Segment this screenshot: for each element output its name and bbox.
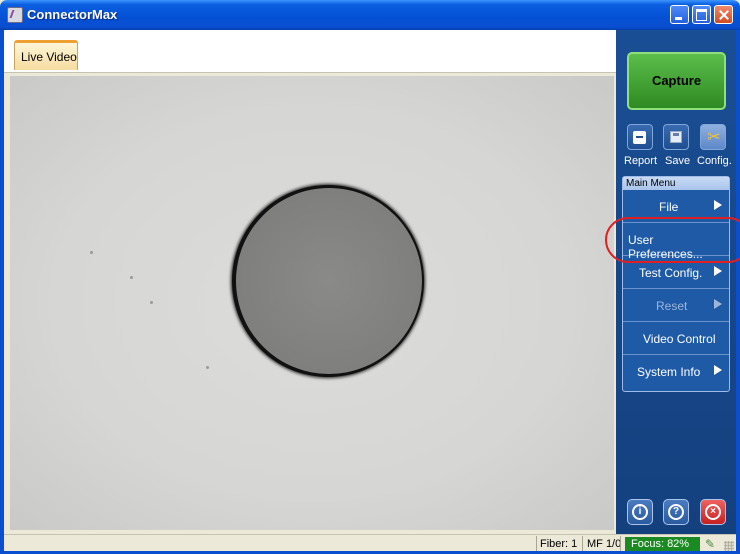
save-button[interactable] xyxy=(663,124,689,150)
tab-live-video[interactable]: Live Video xyxy=(14,40,78,70)
menu-item-label: Reset xyxy=(656,299,688,313)
menu-header: Main Menu xyxy=(623,177,729,190)
video-speck xyxy=(90,251,93,254)
live-video-view[interactable] xyxy=(10,76,614,530)
menu-item-label: System Info xyxy=(637,365,701,379)
tab-strip: Live Video xyxy=(4,30,616,73)
focus-status: Focus: 82% xyxy=(625,537,700,551)
exit-button[interactable]: × xyxy=(700,499,726,525)
info-icon: i xyxy=(632,504,648,520)
help-icon: ? xyxy=(668,504,684,520)
menu-item-system-info[interactable]: System Info xyxy=(623,355,729,388)
submenu-arrow-icon xyxy=(714,266,722,276)
status-separator xyxy=(620,536,621,551)
video-speck xyxy=(130,276,133,279)
report-button[interactable] xyxy=(627,124,653,150)
fiber-end-face xyxy=(236,188,422,374)
help-button[interactable]: ? xyxy=(663,499,689,525)
mode-status: MF 1/0 xyxy=(587,538,622,550)
video-speck xyxy=(206,366,209,369)
config-label: Config. xyxy=(697,155,732,167)
menu-item-label: Test Config. xyxy=(639,266,703,280)
maximize-button[interactable] xyxy=(692,5,711,24)
menu-item-video-control[interactable]: Video Control xyxy=(623,322,729,355)
status-separator xyxy=(536,536,537,551)
exit-icon: × xyxy=(705,504,721,520)
window-title: ConnectorMax xyxy=(27,7,118,22)
menu-item-reset[interactable]: Reset xyxy=(623,289,729,322)
menu-item-label: Video Control xyxy=(643,332,716,346)
capture-button[interactable]: Capture xyxy=(627,52,726,110)
title-bar: ConnectorMax xyxy=(0,0,740,30)
menu-item-label: File xyxy=(659,200,679,214)
main-menu: Main Menu File User Preferences... Test … xyxy=(622,176,730,392)
close-button[interactable] xyxy=(714,5,733,24)
save-label: Save xyxy=(665,155,691,167)
submenu-arrow-icon xyxy=(714,200,722,210)
save-icon xyxy=(670,131,682,143)
config-button[interactable]: ✂ xyxy=(700,124,726,150)
fiber-connection-icon: ✎ xyxy=(705,537,716,551)
report-icon xyxy=(633,131,646,144)
fiber-status: Fiber: 1 xyxy=(540,538,578,550)
status-separator xyxy=(582,536,583,551)
video-speck xyxy=(150,301,153,304)
minimize-button[interactable] xyxy=(670,5,689,24)
config-icon: ✂ xyxy=(707,129,721,146)
resize-grip-icon[interactable] xyxy=(724,541,734,551)
info-button[interactable]: i xyxy=(627,499,653,525)
tab-label: Live Video xyxy=(21,50,77,64)
app-icon xyxy=(7,7,23,23)
submenu-arrow-icon xyxy=(714,365,722,375)
highlight-annotation xyxy=(605,217,740,263)
submenu-arrow-icon xyxy=(714,299,722,309)
report-label: Report xyxy=(624,155,658,167)
